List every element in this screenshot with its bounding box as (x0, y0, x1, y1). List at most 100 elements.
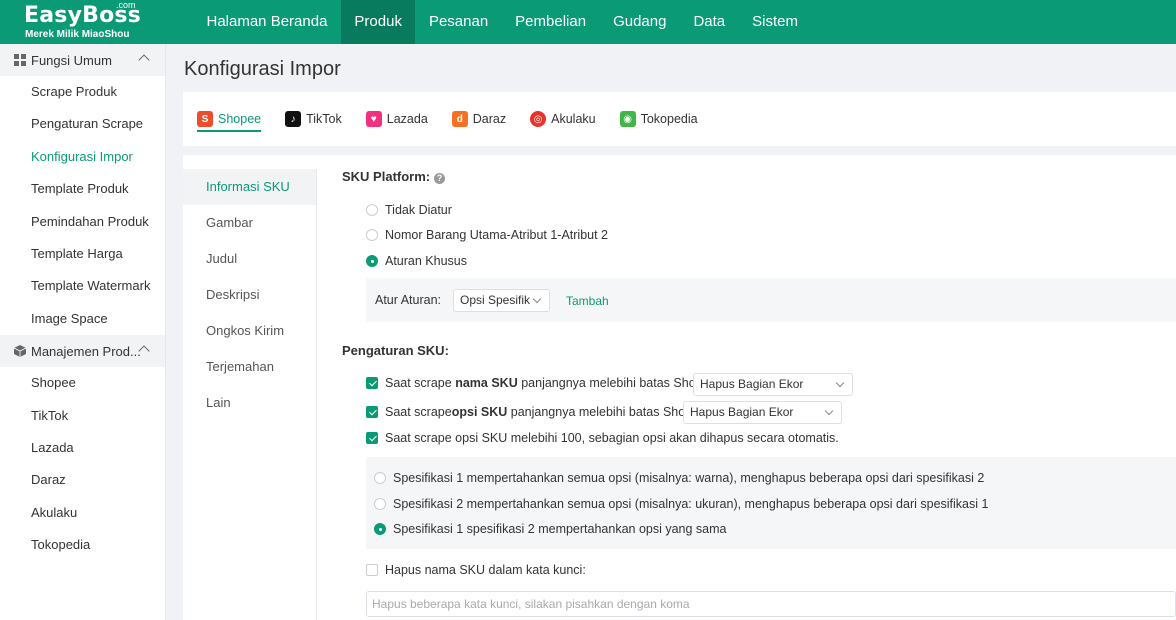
radio-nomor-barang[interactable]: Nomor Barang Utama-Atribut 1-Atribut 2 (366, 228, 608, 242)
submenu-lain[interactable]: Lain (183, 385, 316, 421)
grid-icon (14, 54, 26, 66)
sku-platform-label: SKU Platform: (342, 169, 431, 184)
page-title: Konfigurasi Impor (184, 58, 341, 80)
top-navbar: EasyBoss .com Merek Milik MiaoShou Halam… (0, 0, 1176, 44)
submenu-gambar[interactable]: Gambar (183, 205, 316, 241)
sidebar-group-label: Manajemen Prod... (31, 343, 141, 359)
sidebar-item-pengaturan-scrape[interactable]: Pengaturan Scrape (0, 108, 165, 140)
platform-tabs: S Shopee ♪ TikTok ♥ Lazada d Daraz ◎ Aku… (183, 92, 1176, 146)
check-row-sku-option[interactable]: Saat scrape opsi SKU panjangnya melebihi … (366, 405, 706, 419)
radio-label: Spesifikasi 1 mempertahankan semua opsi … (393, 471, 985, 485)
main-nav: Halaman Beranda Produk Pesanan Pembelian… (193, 0, 811, 44)
tab-shopee[interactable]: S Shopee (197, 92, 262, 146)
sidebar-item-pemindahan-produk[interactable]: Pemindahan Produk (0, 206, 165, 238)
submenu-deskripsi[interactable]: Deskripsi (183, 277, 316, 313)
check-label-post: panjangnya melebihi batas Shopee (521, 376, 717, 390)
radio-label: Aturan Khusus (385, 254, 467, 268)
submenu-terjemahan[interactable]: Terjemahan (183, 349, 316, 385)
rule-select[interactable]: Opsi Spesifik (453, 289, 550, 312)
tokopedia-icon: ◉ (619, 111, 636, 127)
radio-circle[interactable] (366, 229, 378, 241)
checkbox[interactable] (366, 377, 378, 389)
radio-spec2-keep[interactable]: Spesifikasi 2 mempertahankan semua opsi … (374, 497, 988, 511)
nav-orders[interactable]: Pesanan (415, 0, 501, 44)
nav-warehouse[interactable]: Gudang (600, 0, 680, 44)
radio-circle[interactable] (374, 472, 386, 484)
nav-system[interactable]: Sistem (739, 0, 812, 44)
sidebar-item-lazada[interactable]: Lazada (0, 432, 165, 464)
akulaku-icon: ◎ (530, 111, 547, 127)
check-row-remove-keyword[interactable]: Hapus nama SKU dalam kata kunci: (366, 563, 586, 577)
check-label-pre: Saat scrape (385, 376, 452, 390)
radio-label: Spesifikasi 1 spesifikasi 2 mempertahank… (393, 522, 727, 536)
tab-daraz[interactable]: d Daraz (451, 92, 506, 146)
config-sub-menu: Informasi SKU Gambar Judul Deskripsi Ong… (183, 169, 317, 620)
radio-spec-same[interactable]: Spesifikasi 1 spesifikasi 2 mempertahank… (374, 522, 727, 536)
sidebar-item-tiktok[interactable]: TikTok (0, 400, 165, 432)
tab-tokopedia[interactable]: ◉ Tokopedia (619, 92, 698, 146)
submenu-informasi-sku[interactable]: Informasi SKU (183, 169, 316, 205)
radio-label: Tidak Diatur (385, 203, 452, 217)
check-label: Saat scrape opsi SKU melebihi 100, sebag… (385, 431, 839, 445)
check-label: Hapus nama SKU dalam kata kunci: (385, 563, 586, 577)
sidebar-group-product-management[interactable]: Manajemen Prod... (0, 335, 165, 368)
sidebar-item-konfigurasi-impor[interactable]: Konfigurasi Impor (0, 141, 165, 173)
checkbox[interactable] (366, 564, 378, 576)
check-row-sku-name[interactable]: Saat scrape nama SKU panjangnya melebihi… (366, 376, 717, 390)
chevron-down-icon (824, 406, 834, 416)
tab-label: Akulaku (551, 112, 596, 126)
shopee-icon: S (197, 111, 213, 127)
sku-name-action-select[interactable]: Hapus Bagian Ekor (693, 373, 853, 396)
tab-akulaku[interactable]: ◎ Akulaku (530, 92, 596, 146)
sidebar-item-daraz[interactable]: Daraz (0, 464, 165, 496)
sidebar-group-common[interactable]: Fungsi Umum (0, 44, 165, 76)
radio-circle[interactable] (366, 204, 378, 216)
radio-label: Nomor Barang Utama-Atribut 1-Atribut 2 (385, 228, 609, 242)
tab-label: Shopee (218, 112, 262, 126)
radio-circle[interactable] (366, 255, 378, 267)
radio-tidak-diatur[interactable]: Tidak Diatur (366, 203, 452, 217)
tab-lazada[interactable]: ♥ Lazada (365, 92, 428, 146)
nav-purchases[interactable]: Pembelian (502, 0, 600, 44)
sidebar-item-template-produk[interactable]: Template Produk (0, 173, 165, 205)
nav-data[interactable]: Data (680, 0, 739, 44)
add-rule-link[interactable]: Tambah (566, 294, 609, 308)
sku-settings-title: Pengaturan SKU: (342, 343, 449, 358)
radio-spec1-keep[interactable]: Spesifikasi 1 mempertahankan semua opsi … (374, 471, 984, 485)
tab-tiktok[interactable]: ♪ TikTok (285, 92, 342, 146)
checkbox[interactable] (366, 406, 378, 418)
radio-aturan-khusus[interactable]: Aturan Khusus (366, 254, 467, 268)
sidebar-item-scrape-produk[interactable]: Scrape Produk (0, 76, 165, 108)
check-label-post: panjangnya melebihi batas Shopee (510, 405, 707, 419)
sidebar-item-akulaku[interactable]: Akulaku (0, 497, 165, 529)
logo-tagline: Merek Milik MiaoShou (25, 29, 130, 40)
chevron-down-icon (835, 378, 845, 388)
sidebar-item-image-space[interactable]: Image Space (0, 303, 165, 335)
checkbox[interactable] (366, 432, 378, 444)
sidebar-item-tokopedia[interactable]: Tokopedia (0, 529, 165, 561)
check-row-sku-over-100[interactable]: Saat scrape opsi SKU melebihi 100, sebag… (366, 431, 839, 445)
logo[interactable]: EasyBoss .com Merek Milik MiaoShou (0, 0, 166, 44)
lazada-icon: ♥ (365, 111, 382, 127)
cube-icon (14, 345, 26, 358)
sku-option-action-select[interactable]: Hapus Bagian Ekor (683, 401, 842, 424)
sidebar-item-shopee[interactable]: Shopee (0, 367, 165, 399)
nav-home[interactable]: Halaman Beranda (193, 0, 341, 44)
help-icon[interactable]: ? (434, 173, 446, 184)
radio-circle[interactable] (374, 498, 386, 510)
sidebar-item-template-harga[interactable]: Template Harga (0, 238, 165, 270)
check-label-bold: opsi SKU (451, 405, 508, 419)
submenu-judul[interactable]: Judul (183, 241, 316, 277)
sidebar-group-label: Fungsi Umum (31, 52, 112, 68)
nav-products[interactable]: Produk (340, 0, 416, 44)
submenu-ongkos-kirim[interactable]: Ongkos Kirim (183, 313, 316, 349)
logo-com: .com (116, 0, 136, 10)
radio-label: Spesifikasi 2 mempertahankan semua opsi … (393, 497, 989, 511)
radio-circle[interactable] (374, 523, 386, 535)
sidebar-item-template-watermark[interactable]: Template Watermark (0, 270, 165, 302)
daraz-icon: d (451, 111, 468, 127)
keyword-input[interactable] (366, 591, 1176, 617)
tab-label: Tokopedia (640, 112, 698, 126)
check-label-pre: Saat scrape (385, 405, 452, 419)
chevron-down-icon (532, 294, 542, 304)
